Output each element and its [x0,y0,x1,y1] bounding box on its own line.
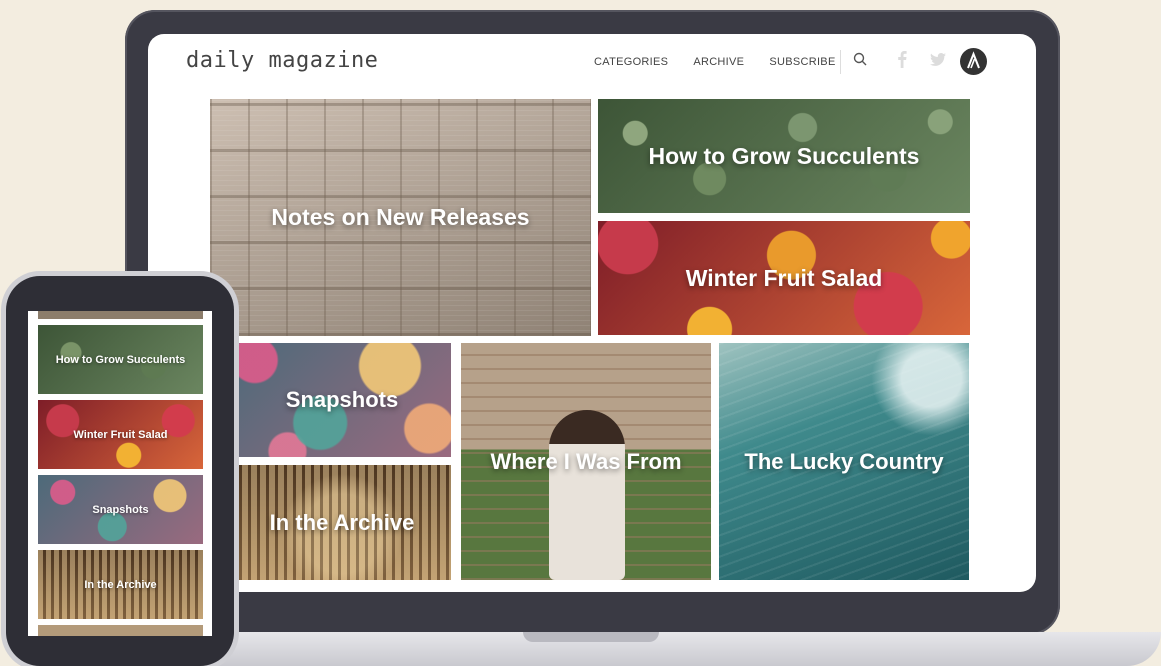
people-photo [549,410,625,580]
mobile-tile-title: Snapshots [92,503,149,516]
mobile-tile-succulents[interactable]: How to Grow Succulents [38,325,203,394]
mobile-tile-title: In the Archive [84,578,157,591]
laptop-notch [523,632,659,642]
article-tile-lucky[interactable]: The Lucky Country [719,343,969,580]
article-tile-notes[interactable]: Notes on New Releases [210,99,591,336]
nav-divider [840,50,841,74]
article-title: The Lucky Country [744,448,944,474]
nav-subscribe[interactable]: SUBSCRIBE [769,56,835,68]
article-title: Where I Was From [490,448,682,474]
facebook-icon[interactable] [896,50,908,68]
article-tile-where[interactable]: Where I Was From [461,343,711,580]
mobile-tile-snapshots[interactable]: Snapshots [38,475,203,544]
avatar-logo-icon [967,51,980,69]
phone-screen: How to Grow Succulents Winter Fruit Sala… [28,311,212,636]
search-icon[interactable] [853,52,867,66]
article-title: How to Grow Succulents [648,142,920,169]
article-title: Snapshots [285,387,399,412]
mobile-tile-fruit[interactable]: Winter Fruit Salad [38,400,203,469]
laptop-screen: daily magazine CATEGORIES ARCHIVE SUBSCR… [148,34,1036,592]
mobile-tile-archive[interactable]: In the Archive [38,550,203,619]
article-title: Notes on New Releases [271,204,530,230]
mobile-tile-partial [38,311,203,319]
article-tile-succulents[interactable]: How to Grow Succulents [598,99,970,213]
mobile-tile-title: Winter Fruit Salad [73,428,168,441]
nav-archive[interactable]: ARCHIVE [693,56,744,68]
nav-categories[interactable]: CATEGORIES [594,56,668,68]
article-tile-snapshots[interactable]: Snapshots [233,343,451,457]
twitter-icon[interactable] [930,53,946,66]
main-nav: CATEGORIES ARCHIVE SUBSCRIBE [594,56,836,68]
mobile-tile-title: How to Grow Succulents [55,353,186,366]
avatar[interactable] [960,48,987,75]
article-title: In the Archive [269,509,415,535]
site-logo[interactable]: daily magazine [186,48,378,73]
article-tile-archive[interactable]: In the Archive [233,465,451,580]
article-tile-fruit[interactable]: Winter Fruit Salad [598,221,970,335]
mobile-tile-partial [38,625,203,636]
article-title: Winter Fruit Salad [685,264,883,291]
